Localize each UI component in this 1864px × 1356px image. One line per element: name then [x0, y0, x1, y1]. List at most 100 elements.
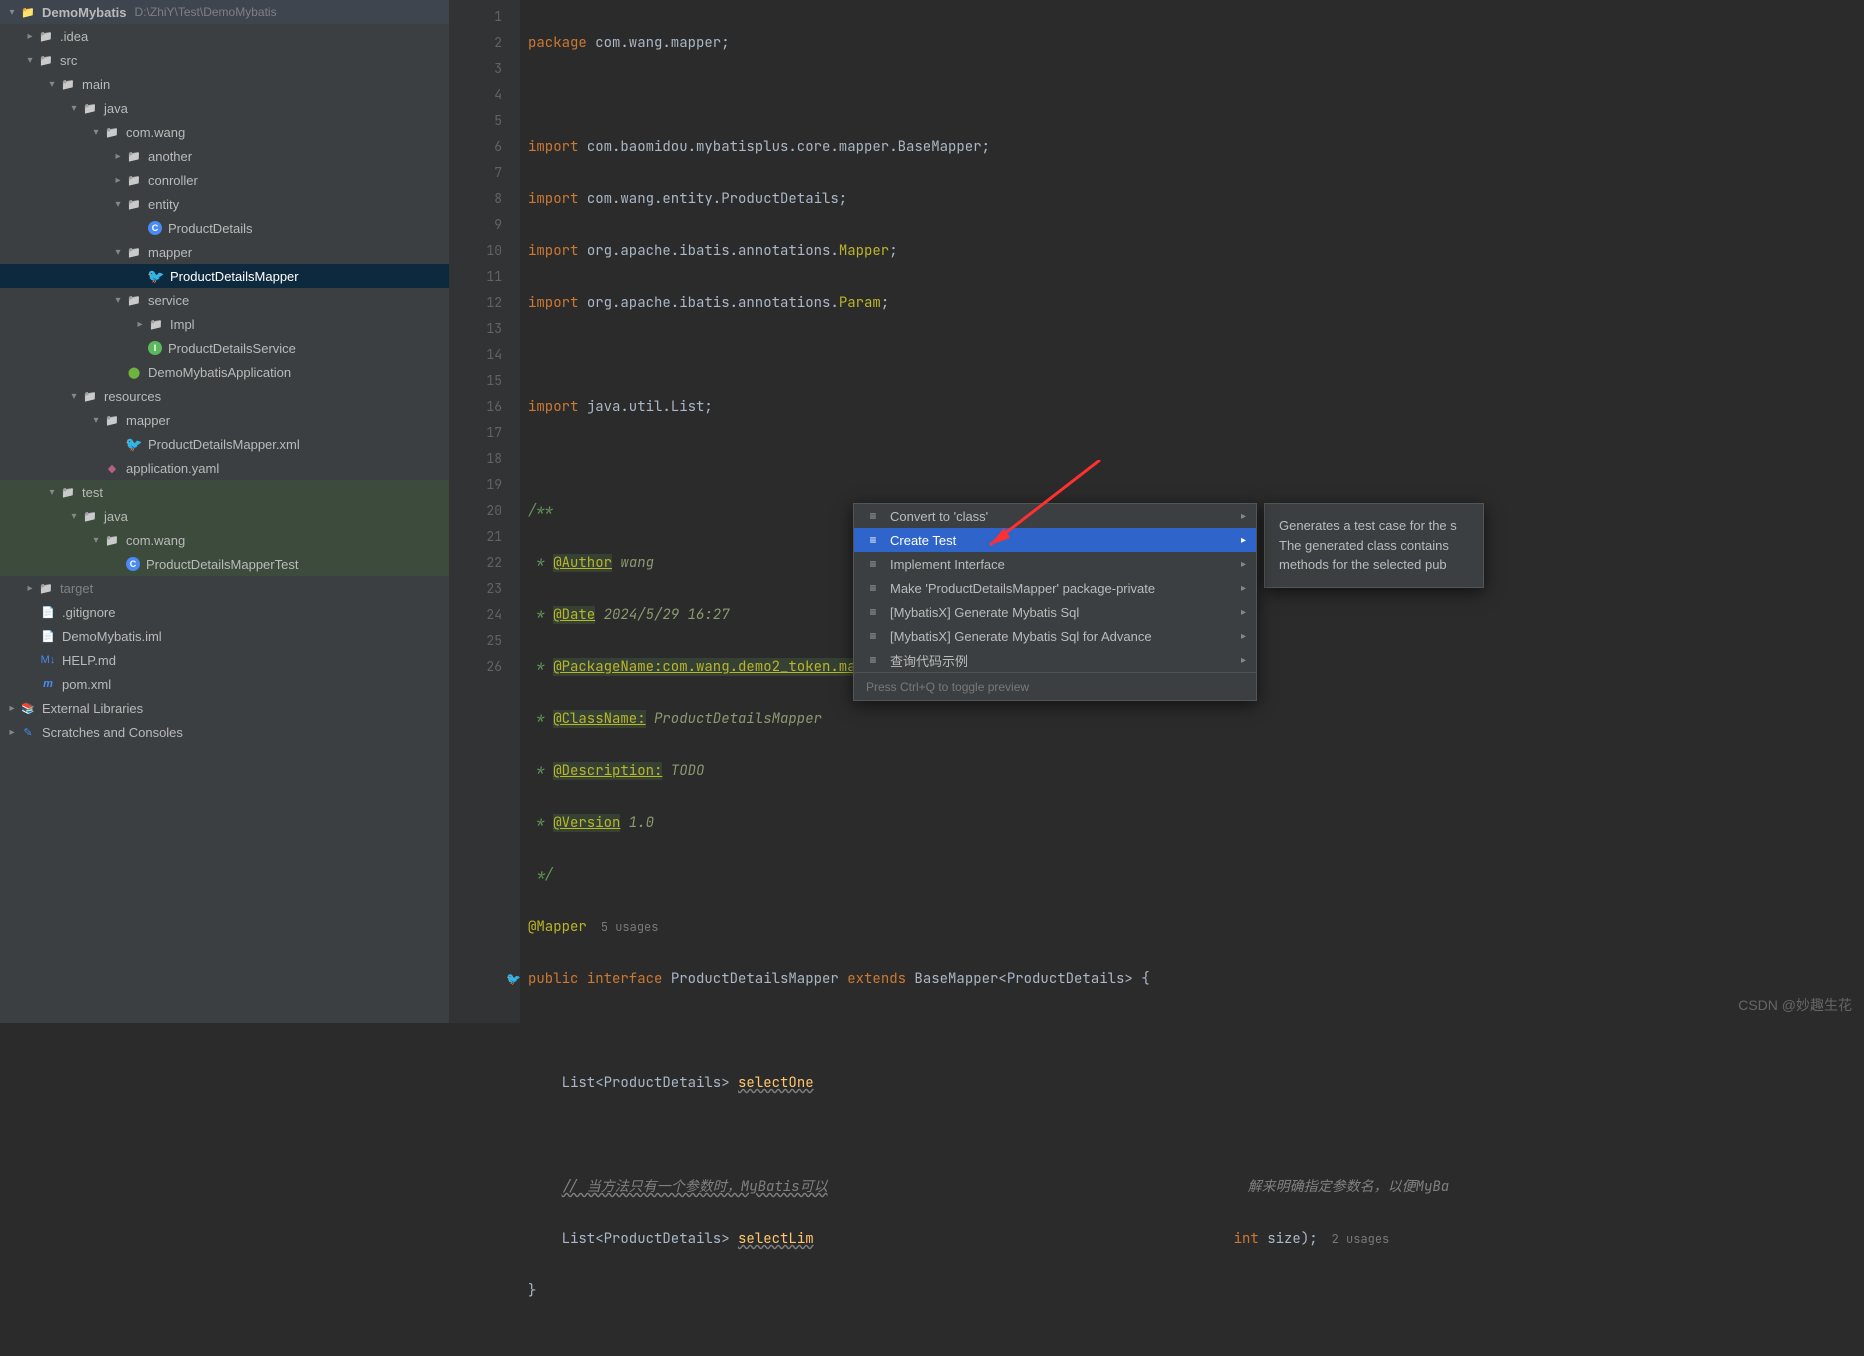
chevron-right-icon: ▸	[4, 703, 20, 714]
tree-class-mappertest[interactable]: C ProductDetailsMapperTest	[0, 552, 449, 576]
class-icon: C	[148, 221, 162, 235]
tree-class-productdetails[interactable]: C ProductDetails	[0, 216, 449, 240]
tree-package-impl[interactable]: ▸ Impl	[0, 312, 449, 336]
mybatis-icon: 🐦	[148, 268, 164, 284]
tree-package-service[interactable]: ▾ service	[0, 288, 449, 312]
chevron-right-icon: ▸	[110, 151, 126, 162]
tree-class-productdetailsservice[interactable]: I ProductDetailsService	[0, 336, 449, 360]
line-number-gutter: 1234567 891011121314 15161718192021 2223…	[450, 0, 520, 1023]
popup-footer-hint: Press Ctrl+Q to toggle preview	[854, 672, 1256, 700]
usages-hint[interactable]: 5 usages	[601, 919, 659, 935]
chevron-right-icon: ▸	[1241, 631, 1246, 642]
tree-file-mapperxml[interactable]: 🐦 ProductDetailsMapper.xml	[0, 432, 449, 456]
test-folder-icon	[82, 508, 98, 524]
tree-package-conroller[interactable]: ▸ conroller	[0, 168, 449, 192]
package-icon	[126, 172, 142, 188]
chevron-right-icon: ▸	[1241, 655, 1246, 666]
tree-package-entity[interactable]: ▾ entity	[0, 192, 449, 216]
tree-file-gitignore[interactable]: 📄 .gitignore	[0, 600, 449, 624]
scratch-icon: ✎	[20, 724, 36, 740]
folder-icon	[38, 28, 54, 44]
markdown-icon: M↓	[40, 652, 56, 668]
folder-icon	[60, 76, 76, 92]
tree-project-root[interactable]: ▾ DemoMybatis D:\ZhiY\Test\DemoMybatis	[0, 0, 449, 24]
source-folder-icon	[82, 100, 98, 116]
package-icon	[126, 196, 142, 212]
module-icon	[20, 4, 36, 20]
tree-package-mapper[interactable]: ▾ mapper	[0, 240, 449, 264]
tree-folder-src[interactable]: ▾ src	[0, 48, 449, 72]
target-folder-icon	[38, 580, 54, 596]
intention-icon: ≡	[864, 605, 882, 619]
menu-mybatisx-generate-sql-advance[interactable]: ≡ [MybatisX] Generate Mybatis Sql for Ad…	[854, 624, 1256, 648]
chevron-down-icon: ▾	[44, 79, 60, 90]
resources-folder-icon	[82, 388, 98, 404]
intention-icon: ≡	[864, 557, 882, 571]
tree-folder-idea[interactable]: ▸ .idea	[0, 24, 449, 48]
chevron-down-icon: ▾	[22, 55, 38, 66]
chevron-right-icon: ▸	[1241, 535, 1246, 546]
chevron-down-icon: ▾	[88, 415, 104, 426]
chevron-down-icon: ▾	[66, 391, 82, 402]
intention-icon: ≡	[864, 653, 882, 667]
chevron-down-icon: ▾	[110, 247, 126, 258]
chevron-right-icon: ▸	[110, 175, 126, 186]
project-path: D:\ZhiY\Test\DemoMybatis	[135, 5, 277, 19]
watermark-text: CSDN @妙趣生花	[1738, 995, 1852, 1015]
chevron-down-icon: ▾	[66, 103, 82, 114]
tree-folder-main[interactable]: ▾ main	[0, 72, 449, 96]
usages-hint[interactable]: 2 usages	[1332, 1231, 1390, 1247]
tree-folder-test[interactable]: ▾ test	[0, 480, 449, 504]
mybatis-nav-icon[interactable]: 🐦	[506, 966, 522, 982]
project-name: DemoMybatis	[42, 5, 127, 20]
chevron-down-icon: ▾	[110, 199, 126, 210]
tree-package-comwang[interactable]: ▾ com.wang	[0, 120, 449, 144]
tree-file-help[interactable]: M↓ HELP.md	[0, 648, 449, 672]
tree-folder-mapper-res[interactable]: ▾ mapper	[0, 408, 449, 432]
tree-folder-test-java[interactable]: ▾ java	[0, 504, 449, 528]
menu-convert-to-class[interactable]: ≡ Convert to 'class' ▸	[854, 504, 1256, 528]
tree-scratches[interactable]: ▸ ✎ Scratches and Consoles	[0, 720, 449, 744]
tree-file-appyaml[interactable]: ◆ application.yaml	[0, 456, 449, 480]
menu-implement-interface[interactable]: ≡ Implement Interface ▸	[854, 552, 1256, 576]
file-icon: 📄	[40, 628, 56, 644]
spring-boot-icon: ⬤	[126, 364, 142, 380]
tree-folder-resources[interactable]: ▾ resources	[0, 384, 449, 408]
tree-class-productdetailsmapper[interactable]: 🐦 ProductDetailsMapper	[0, 264, 449, 288]
menu-query-code-sample[interactable]: ≡ 查询代码示例 ▸	[854, 648, 1256, 672]
documentation-tooltip: Generates a test case for the s The gene…	[1264, 503, 1484, 588]
package-icon	[148, 316, 164, 332]
tree-folder-target[interactable]: ▸ target	[0, 576, 449, 600]
project-tree: ▾ DemoMybatis D:\ZhiY\Test\DemoMybatis ▸…	[0, 0, 450, 1023]
interface-icon: I	[148, 341, 162, 355]
package-icon	[126, 244, 142, 260]
menu-make-package-private[interactable]: ≡ Make 'ProductDetailsMapper' package-pr…	[854, 576, 1256, 600]
chevron-right-icon: ▸	[1241, 607, 1246, 618]
tree-class-demoapp[interactable]: ⬤ DemoMybatisApplication	[0, 360, 449, 384]
yaml-icon: ◆	[104, 460, 120, 476]
tree-package-another[interactable]: ▸ another	[0, 144, 449, 168]
tree-external-libraries[interactable]: ▸ 📚 External Libraries	[0, 696, 449, 720]
chevron-down-icon: ▾	[44, 487, 60, 498]
tree-folder-java[interactable]: ▾ java	[0, 96, 449, 120]
package-icon	[126, 148, 142, 164]
chevron-down-icon: ▾	[110, 295, 126, 306]
tree-package-test-comwang[interactable]: ▾ com.wang	[0, 528, 449, 552]
tree-file-pom[interactable]: m pom.xml	[0, 672, 449, 696]
menu-mybatisx-generate-sql[interactable]: ≡ [MybatisX] Generate Mybatis Sql ▸	[854, 600, 1256, 624]
chevron-right-icon: ▸	[4, 727, 20, 738]
package-icon	[126, 292, 142, 308]
intention-icon: ≡	[864, 509, 882, 523]
chevron-right-icon: ▸	[22, 583, 38, 594]
menu-create-test[interactable]: ≡ Create Test ▸	[854, 528, 1256, 552]
maven-icon: m	[40, 676, 56, 692]
tree-file-iml[interactable]: 📄 DemoMybatis.iml	[0, 624, 449, 648]
chevron-right-icon: ▸	[1241, 559, 1246, 570]
chevron-right-icon: ▸	[1241, 583, 1246, 594]
chevron-down-icon: ▾	[66, 511, 82, 522]
intention-icon: ≡	[864, 533, 882, 547]
chevron-down-icon: ▾	[4, 7, 20, 18]
library-icon: 📚	[20, 700, 36, 716]
chevron-right-icon: ▸	[132, 319, 148, 330]
intention-actions-popup: ≡ Convert to 'class' ▸ ≡ Create Test ▸ ≡…	[853, 503, 1257, 701]
